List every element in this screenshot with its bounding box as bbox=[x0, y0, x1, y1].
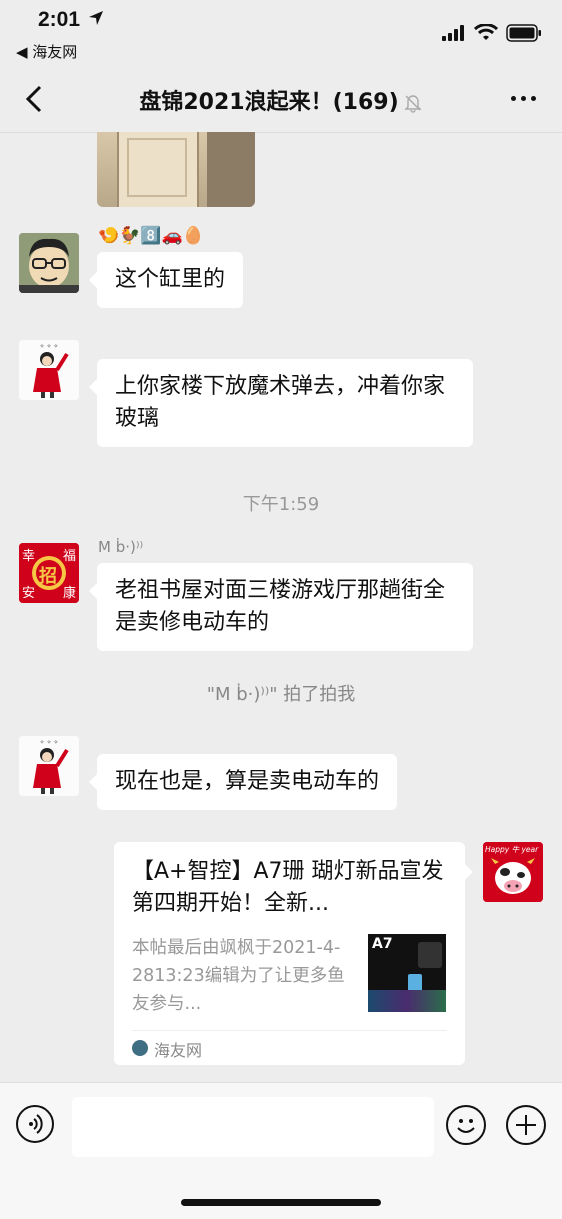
red-figure-sticker-icon: ✧ ✧ ✧ bbox=[19, 736, 79, 796]
status-icons bbox=[442, 24, 542, 42]
red-figure-sticker-icon: ✧ ✧ ✧ bbox=[19, 340, 79, 400]
thumb-label: A7 bbox=[372, 936, 393, 952]
mute-bell-icon bbox=[403, 95, 422, 113]
message-bubble[interactable]: 现在也是，算是卖电动车的 bbox=[88, 754, 398, 810]
more-options-icon[interactable] bbox=[511, 96, 536, 101]
card-source: 海友网 bbox=[154, 1041, 203, 1060]
voice-input-button[interactable] bbox=[16, 1105, 54, 1143]
sender-emoji-name: 🍤🐓8️⃣🚗🥚 bbox=[98, 226, 204, 246]
message-bubble[interactable]: 这个缸里的 bbox=[88, 252, 244, 308]
banner-text: Happy 牛 year bbox=[485, 845, 539, 854]
avatar[interactable]: 幸 福 安 康 招 bbox=[19, 543, 79, 603]
avatar[interactable]: ✧ ✧ ✧ bbox=[19, 340, 79, 400]
message-input[interactable] bbox=[72, 1097, 434, 1157]
image-message[interactable] bbox=[97, 132, 255, 207]
avatar[interactable] bbox=[19, 233, 79, 293]
card-title: 【A+智控】A7珊 瑚灯新品宣发 第四期开始！全新... bbox=[132, 859, 444, 916]
chat-area[interactable]: 🍤🐓8️⃣🚗🥚 这个缸里的 ✧ ✧ ✧ 上你家楼下放魔术弹去，冲着你家玻璃 下午… bbox=[0, 132, 562, 1082]
message-text: 上你家楼下放魔术弹去，冲着你家玻璃 bbox=[115, 374, 446, 431]
more-functions-button[interactable] bbox=[506, 1105, 546, 1145]
fortune-char: 福 bbox=[62, 549, 76, 564]
voice-wave-icon bbox=[29, 1114, 43, 1134]
fortune-char: 安 bbox=[22, 586, 36, 601]
my-avatar[interactable]: Happy 牛 year bbox=[483, 842, 543, 902]
status-bar: 2:01 ◀ 海友网 bbox=[0, 0, 562, 66]
chat-title-text: 盘锦2021浪起来！(169) bbox=[139, 90, 399, 115]
source-app-icon bbox=[132, 1040, 148, 1056]
location-arrow-icon bbox=[89, 11, 103, 25]
fortune-char: 幸 bbox=[22, 549, 36, 564]
back-to-app-link[interactable]: ◀ 海友网 bbox=[16, 41, 77, 62]
sender-name: M ḃ·)⁾⁾ bbox=[98, 538, 144, 556]
cartoon-face-icon bbox=[19, 233, 79, 293]
message-text: 现在也是，算是卖电动车的 bbox=[115, 769, 380, 794]
card-divider bbox=[132, 1030, 447, 1031]
card-description: 本帖最后由飒枫于2021-4-2813:23编辑为了让更多鱼友参与... bbox=[132, 938, 345, 1014]
smiley-icon bbox=[457, 1119, 475, 1133]
message-bubble[interactable]: 上你家楼下放魔术弹去，冲着你家玻璃 bbox=[89, 359, 473, 447]
avatar[interactable]: ✧ ✧ ✧ bbox=[19, 736, 79, 796]
fortune-center-char: 招 bbox=[39, 566, 57, 587]
svg-text:✧ ✧ ✧: ✧ ✧ ✧ bbox=[40, 343, 59, 350]
signal-icon bbox=[442, 25, 464, 41]
plus-icon bbox=[516, 1115, 536, 1135]
svg-text:✧ ✧ ✧: ✧ ✧ ✧ bbox=[40, 739, 59, 746]
message-text: 老祖书屋对面三楼游戏厅那趟街全是卖修电动车的 bbox=[115, 578, 446, 635]
message-bubble[interactable]: 老祖书屋对面三楼游戏厅那趟街全是卖修电动车的 bbox=[89, 563, 473, 651]
battery-icon bbox=[506, 24, 541, 42]
chat-header: 盘锦2021浪起来！(169) bbox=[0, 66, 562, 133]
card-thumbnail: A7 bbox=[368, 934, 446, 1012]
fortune-char: 康 bbox=[62, 586, 76, 601]
time-divider: 下午1:59 bbox=[242, 494, 320, 515]
message-text: 这个缸里的 bbox=[115, 267, 226, 292]
chat-title: 盘锦2021浪起来！(169) bbox=[0, 84, 562, 116]
wifi-icon bbox=[474, 24, 498, 40]
home-indicator[interactable] bbox=[181, 1199, 381, 1206]
clock: 2:01 bbox=[38, 8, 81, 31]
pat-notification: "M ḃ·)⁾⁾" 拍了拍我 bbox=[206, 684, 356, 705]
emoji-button[interactable] bbox=[446, 1105, 486, 1145]
input-bar bbox=[0, 1082, 562, 1219]
shared-link-card[interactable]: 【A+智控】A7珊 瑚灯新品宣发 第四期开始！全新... 本帖最后由飒枫于202… bbox=[114, 842, 473, 1065]
